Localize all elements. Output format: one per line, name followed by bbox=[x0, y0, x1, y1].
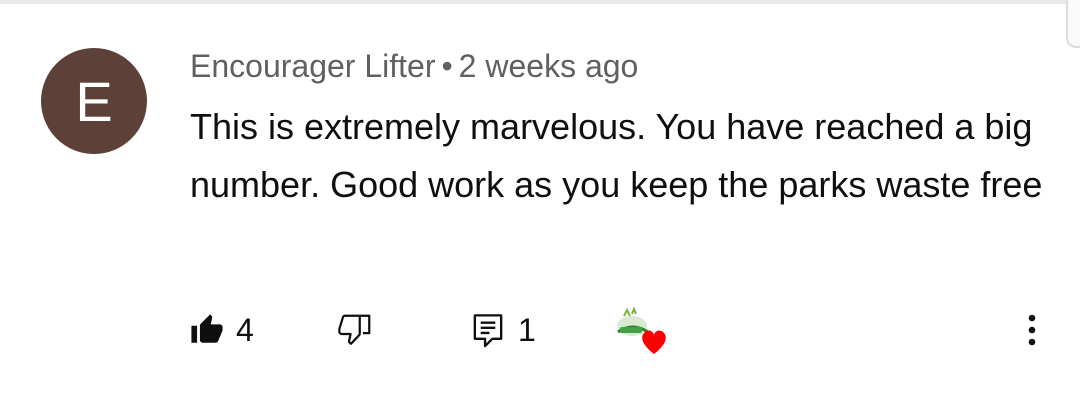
replies-button[interactable]: 1 bbox=[470, 300, 536, 360]
more-actions-button[interactable] bbox=[1014, 300, 1050, 360]
comment-actions: 4 1 bbox=[0, 300, 1080, 360]
comment-text: This is extremely marvelous. You have re… bbox=[190, 106, 1043, 205]
thumbs-up-icon bbox=[191, 314, 223, 343]
thumbs-down-icon bbox=[338, 314, 371, 345]
scroll-edge bbox=[1066, 0, 1080, 48]
comment-time: 2 weeks ago bbox=[458, 48, 639, 84]
like-count: 4 bbox=[236, 311, 254, 348]
top-divider bbox=[0, 0, 1080, 4]
author-name[interactable]: Encourager Lifter bbox=[190, 48, 435, 84]
more-vert-icon bbox=[1028, 314, 1036, 346]
avatar-letter: E bbox=[75, 69, 113, 133]
avatar[interactable]: E bbox=[41, 48, 147, 154]
reply-count: 1 bbox=[518, 311, 536, 348]
comment-meta: Encourager Lifter • 2 weeks ago bbox=[190, 48, 638, 85]
creator-heart[interactable] bbox=[614, 306, 670, 358]
dislike-button[interactable] bbox=[336, 300, 374, 360]
meta-separator: • bbox=[441, 48, 453, 84]
like-button[interactable]: 4 bbox=[190, 300, 254, 360]
creator-heart-icon bbox=[617, 306, 666, 354]
reply-icon bbox=[473, 314, 503, 348]
